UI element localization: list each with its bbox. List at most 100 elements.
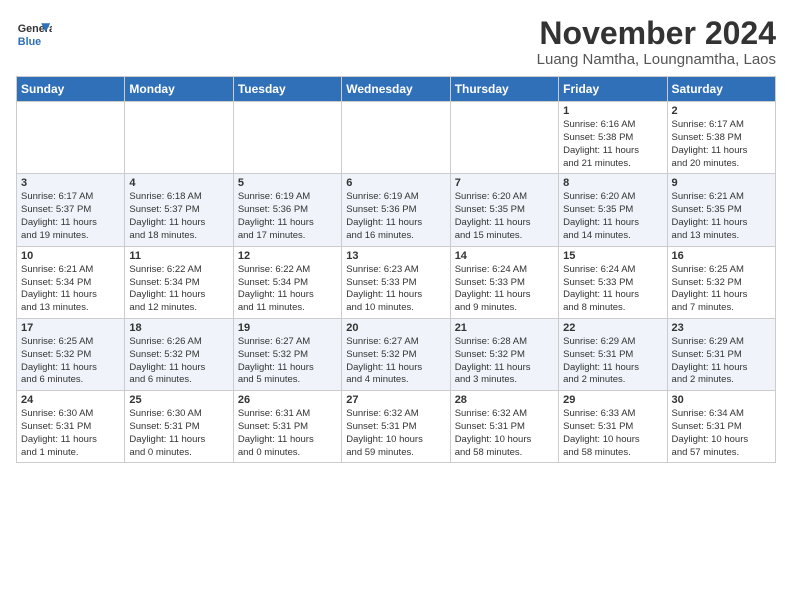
calendar-cell: 14 Sunrise: 6:24 AM Sunset: 5:33 PM Dayli… xyxy=(450,246,558,318)
day-info: Sunrise: 6:29 AM Sunset: 5:31 PM Dayligh… xyxy=(563,336,662,387)
day-number: 26 xyxy=(238,394,337,406)
weekday-header-wednesday: Wednesday xyxy=(342,77,450,102)
calendar-cell: 3Sunrise: 6:17 AM Sunset: 5:37 PM Daylig… xyxy=(17,174,125,246)
calendar-cell xyxy=(450,102,558,174)
day-info: Sunrise: 6:19 AM Sunset: 5:36 PM Dayligh… xyxy=(346,191,445,242)
day-info: Sunrise: 6:28 AM Sunset: 5:32 PM Dayligh… xyxy=(455,336,554,387)
day-info: Sunrise: 6:30 AM Sunset: 5:31 PM Dayligh… xyxy=(21,408,120,459)
day-info: Sunrise: 6:19 AM Sunset: 5:36 PM Dayligh… xyxy=(238,191,337,242)
calendar-cell: 5 Sunrise: 6:19 AM Sunset: 5:36 PM Daylig… xyxy=(233,174,341,246)
calendar-cell: 18Sunrise: 6:26 AM Sunset: 5:32 PM Dayli… xyxy=(125,318,233,390)
day-info: Sunrise: 6:22 AM Sunset: 5:34 PM Dayligh… xyxy=(238,264,337,315)
calendar-cell: 4 Sunrise: 6:18 AM Sunset: 5:37 PM Daylig… xyxy=(125,174,233,246)
day-number: 22 xyxy=(563,322,662,334)
page-header: General Blue November 2024 Luang Namtha,… xyxy=(16,16,776,68)
day-number: 15 xyxy=(563,250,662,262)
day-number: 27 xyxy=(346,394,445,406)
weekday-header-saturday: Saturday xyxy=(667,77,775,102)
day-info: Sunrise: 6:27 AM Sunset: 5:32 PM Dayligh… xyxy=(346,336,445,387)
calendar-cell: 29 Sunrise: 6:33 AM Sunset: 5:31 PM Dayli… xyxy=(559,391,667,463)
day-number: 11 xyxy=(129,250,228,262)
calendar-cell: 8 Sunrise: 6:20 AM Sunset: 5:35 PM Daylig… xyxy=(559,174,667,246)
month-title: November 2024 xyxy=(537,16,776,51)
day-number: 14 xyxy=(455,250,554,262)
calendar-cell: 19 Sunrise: 6:27 AM Sunset: 5:32 PM Dayli… xyxy=(233,318,341,390)
calendar-cell xyxy=(17,102,125,174)
day-info: Sunrise: 6:20 AM Sunset: 5:35 PM Dayligh… xyxy=(563,191,662,242)
location-title: Luang Namtha, Loungnamtha, Laos xyxy=(537,51,776,68)
day-number: 16 xyxy=(672,250,771,262)
day-info: Sunrise: 6:27 AM Sunset: 5:32 PM Dayligh… xyxy=(238,336,337,387)
calendar-cell: 24 Sunrise: 6:30 AM Sunset: 5:31 PM Dayli… xyxy=(17,391,125,463)
calendar-cell: 25 Sunrise: 6:30 AM Sunset: 5:31 PM Dayli… xyxy=(125,391,233,463)
calendar-week-2: 10 Sunrise: 6:21 AM Sunset: 5:34 PM Dayli… xyxy=(17,246,776,318)
calendar-table: SundayMondayTuesdayWednesdayThursdayFrid… xyxy=(16,76,776,463)
calendar-week-4: 24 Sunrise: 6:30 AM Sunset: 5:31 PM Dayli… xyxy=(17,391,776,463)
calendar-cell: 23 Sunrise: 6:29 AM Sunset: 5:31 PM Dayli… xyxy=(667,318,775,390)
day-number: 19 xyxy=(238,322,337,334)
day-number: 1 xyxy=(563,105,662,117)
calendar-cell: 11 Sunrise: 6:22 AM Sunset: 5:34 PM Dayli… xyxy=(125,246,233,318)
day-number: 5 xyxy=(238,177,337,189)
day-info: Sunrise: 6:30 AM Sunset: 5:31 PM Dayligh… xyxy=(129,408,228,459)
logo-icon: General Blue xyxy=(16,16,52,52)
day-number: 28 xyxy=(455,394,554,406)
calendar-cell: 10 Sunrise: 6:21 AM Sunset: 5:34 PM Dayli… xyxy=(17,246,125,318)
weekday-header-row: SundayMondayTuesdayWednesdayThursdayFrid… xyxy=(17,77,776,102)
calendar-cell: 2 Sunrise: 6:17 AM Sunset: 5:38 PM Daylig… xyxy=(667,102,775,174)
day-number: 21 xyxy=(455,322,554,334)
calendar-cell: 1Sunrise: 6:16 AM Sunset: 5:38 PM Daylig… xyxy=(559,102,667,174)
day-info: Sunrise: 6:22 AM Sunset: 5:34 PM Dayligh… xyxy=(129,264,228,315)
day-info: Sunrise: 6:32 AM Sunset: 5:31 PM Dayligh… xyxy=(346,408,445,459)
day-info: Sunrise: 6:21 AM Sunset: 5:35 PM Dayligh… xyxy=(672,191,771,242)
weekday-header-sunday: Sunday xyxy=(17,77,125,102)
day-number: 6 xyxy=(346,177,445,189)
calendar-cell: 7Sunrise: 6:20 AM Sunset: 5:35 PM Daylig… xyxy=(450,174,558,246)
day-info: Sunrise: 6:24 AM Sunset: 5:33 PM Dayligh… xyxy=(455,264,554,315)
day-number: 23 xyxy=(672,322,771,334)
day-info: Sunrise: 6:20 AM Sunset: 5:35 PM Dayligh… xyxy=(455,191,554,242)
logo: General Blue xyxy=(16,16,52,52)
day-number: 2 xyxy=(672,105,771,117)
day-info: Sunrise: 6:34 AM Sunset: 5:31 PM Dayligh… xyxy=(672,408,771,459)
day-number: 12 xyxy=(238,250,337,262)
day-info: Sunrise: 6:21 AM Sunset: 5:34 PM Dayligh… xyxy=(21,264,120,315)
title-block: November 2024 Luang Namtha, Loungnamtha,… xyxy=(537,16,776,68)
svg-text:Blue: Blue xyxy=(18,36,41,48)
calendar-cell: 9 Sunrise: 6:21 AM Sunset: 5:35 PM Daylig… xyxy=(667,174,775,246)
day-number: 13 xyxy=(346,250,445,262)
calendar-cell: 30 Sunrise: 6:34 AM Sunset: 5:31 PM Dayli… xyxy=(667,391,775,463)
weekday-header-tuesday: Tuesday xyxy=(233,77,341,102)
calendar-cell xyxy=(233,102,341,174)
calendar-cell: 16 Sunrise: 6:25 AM Sunset: 5:32 PM Dayli… xyxy=(667,246,775,318)
calendar-cell: 15 Sunrise: 6:24 AM Sunset: 5:33 PM Dayli… xyxy=(559,246,667,318)
calendar-cell: 27 Sunrise: 6:32 AM Sunset: 5:31 PM Dayli… xyxy=(342,391,450,463)
day-number: 20 xyxy=(346,322,445,334)
day-info: Sunrise: 6:24 AM Sunset: 5:33 PM Dayligh… xyxy=(563,264,662,315)
calendar-cell xyxy=(125,102,233,174)
day-info: Sunrise: 6:25 AM Sunset: 5:32 PM Dayligh… xyxy=(21,336,120,387)
day-number: 25 xyxy=(129,394,228,406)
day-number: 9 xyxy=(672,177,771,189)
day-info: Sunrise: 6:32 AM Sunset: 5:31 PM Dayligh… xyxy=(455,408,554,459)
day-info: Sunrise: 6:25 AM Sunset: 5:32 PM Dayligh… xyxy=(672,264,771,315)
day-info: Sunrise: 6:17 AM Sunset: 5:37 PM Dayligh… xyxy=(21,191,120,242)
day-number: 10 xyxy=(21,250,120,262)
day-info: Sunrise: 6:26 AM Sunset: 5:32 PM Dayligh… xyxy=(129,336,228,387)
day-number: 8 xyxy=(563,177,662,189)
day-info: Sunrise: 6:17 AM Sunset: 5:38 PM Dayligh… xyxy=(672,119,771,170)
calendar-cell: 21 Sunrise: 6:28 AM Sunset: 5:32 PM Dayli… xyxy=(450,318,558,390)
day-number: 24 xyxy=(21,394,120,406)
day-number: 17 xyxy=(21,322,120,334)
calendar-cell: 12 Sunrise: 6:22 AM Sunset: 5:34 PM Dayli… xyxy=(233,246,341,318)
calendar-week-3: 17 Sunrise: 6:25 AM Sunset: 5:32 PM Dayli… xyxy=(17,318,776,390)
calendar-cell: 13Sunrise: 6:23 AM Sunset: 5:33 PM Dayli… xyxy=(342,246,450,318)
day-number: 29 xyxy=(563,394,662,406)
day-info: Sunrise: 6:18 AM Sunset: 5:37 PM Dayligh… xyxy=(129,191,228,242)
day-info: Sunrise: 6:33 AM Sunset: 5:31 PM Dayligh… xyxy=(563,408,662,459)
day-number: 30 xyxy=(672,394,771,406)
weekday-header-friday: Friday xyxy=(559,77,667,102)
day-info: Sunrise: 6:29 AM Sunset: 5:31 PM Dayligh… xyxy=(672,336,771,387)
calendar-cell: 20 Sunrise: 6:27 AM Sunset: 5:32 PM Dayli… xyxy=(342,318,450,390)
day-number: 4 xyxy=(129,177,228,189)
